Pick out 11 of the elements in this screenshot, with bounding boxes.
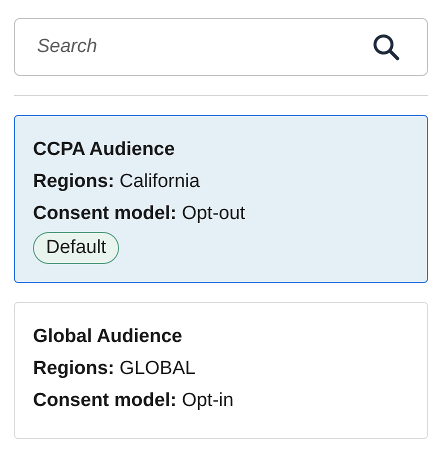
audience-name: CCPA Audience: [33, 138, 175, 162]
regions-text: Regions: GLOBAL: [33, 357, 196, 381]
audience-card[interactable]: CCPA Audience Regions: California Consent model: Opt-out Default: [14, 115, 428, 283]
search-icon[interactable]: [372, 33, 400, 61]
consent-model-text: Consent model: Opt-out: [33, 202, 246, 226]
consent-model-text: Consent model: Opt-in: [33, 389, 234, 413]
default-badge: Default: [33, 232, 120, 264]
audience-name: Global Audience: [33, 325, 182, 349]
audience-card[interactable]: Global Audience Regions: GLOBAL Consent model: Opt-in: [14, 302, 428, 439]
regions-text: Regions: California: [33, 170, 200, 194]
search-field[interactable]: Search: [14, 18, 428, 76]
